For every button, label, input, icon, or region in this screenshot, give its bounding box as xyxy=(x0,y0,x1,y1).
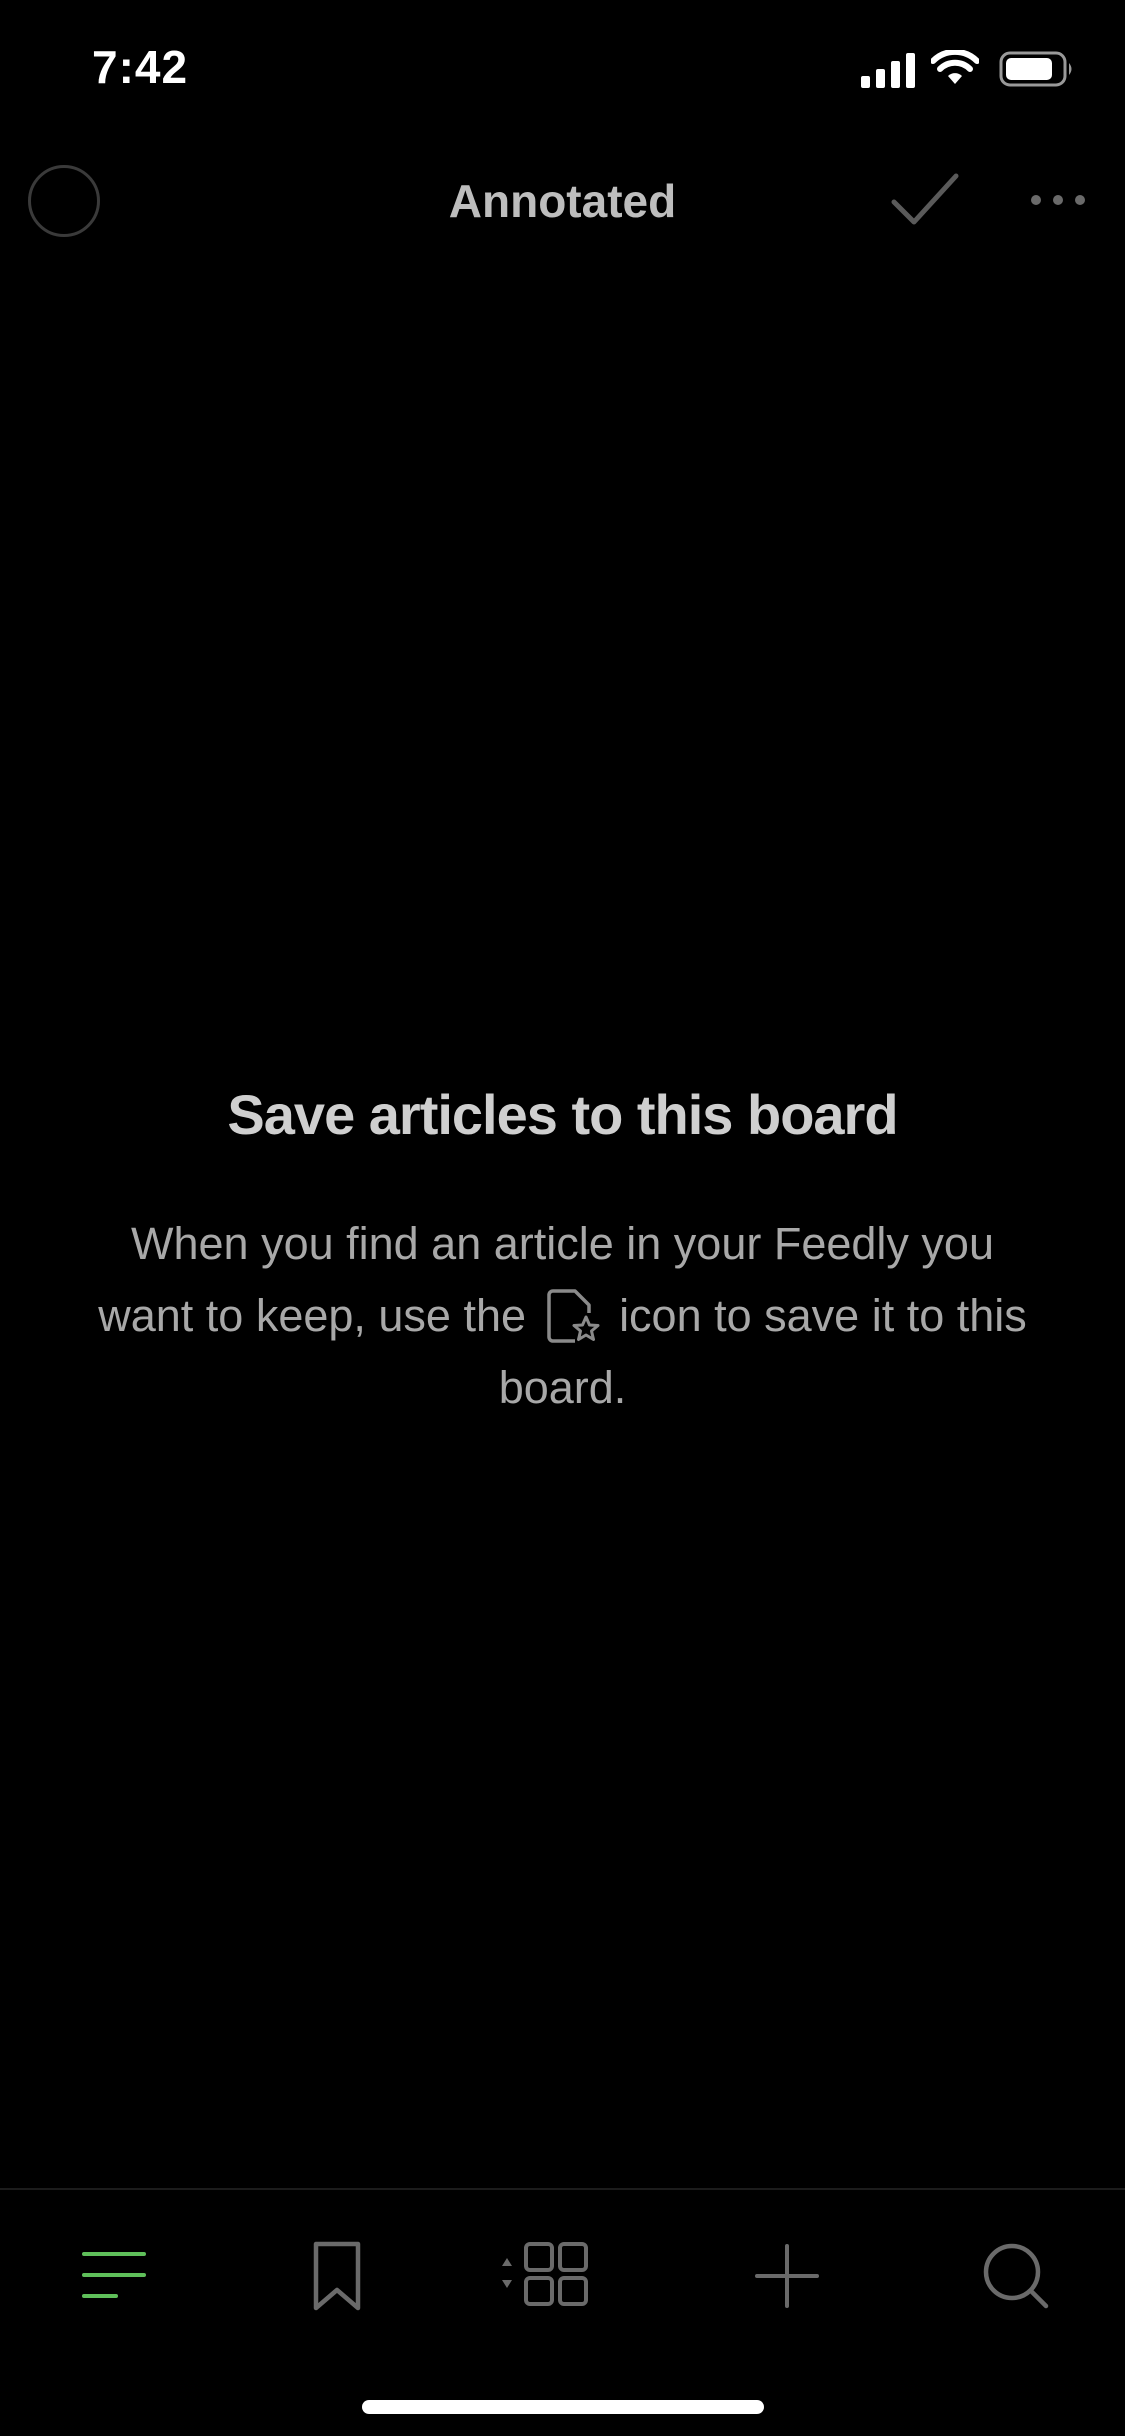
tab-layout[interactable] xyxy=(492,2230,602,2320)
tab-search[interactable] xyxy=(970,2230,1060,2320)
plus-icon xyxy=(755,2244,819,2308)
cellular-signal-icon xyxy=(861,53,915,88)
home-indicator[interactable] xyxy=(362,2400,764,2414)
empty-state-body: When you find an article in your Feedly … xyxy=(83,1208,1043,1424)
bookmark-icon xyxy=(313,2241,361,2311)
battery-icon xyxy=(999,51,1072,87)
tab-saved[interactable] xyxy=(292,2230,382,2320)
tab-add[interactable] xyxy=(742,2230,832,2320)
status-icons xyxy=(861,50,1081,90)
status-bar: 7:42 xyxy=(0,0,1125,140)
empty-state: Save articles to this board When you fin… xyxy=(0,1080,1125,1424)
search-icon xyxy=(983,2243,1049,2309)
grid-layout-icon xyxy=(502,2242,588,2306)
menu-icon xyxy=(82,2252,146,2298)
checkmark-icon[interactable] xyxy=(890,170,960,230)
tab-menu[interactable] xyxy=(68,2230,158,2320)
status-time: 7:42 xyxy=(92,41,189,93)
nav-bar: Annotated xyxy=(0,140,1125,260)
more-icon[interactable] xyxy=(1030,190,1086,210)
empty-state-title: Save articles to this board xyxy=(227,1083,898,1146)
save-to-board-icon xyxy=(546,1289,600,1343)
wifi-icon xyxy=(931,50,979,84)
tab-bar xyxy=(0,2188,1125,2436)
